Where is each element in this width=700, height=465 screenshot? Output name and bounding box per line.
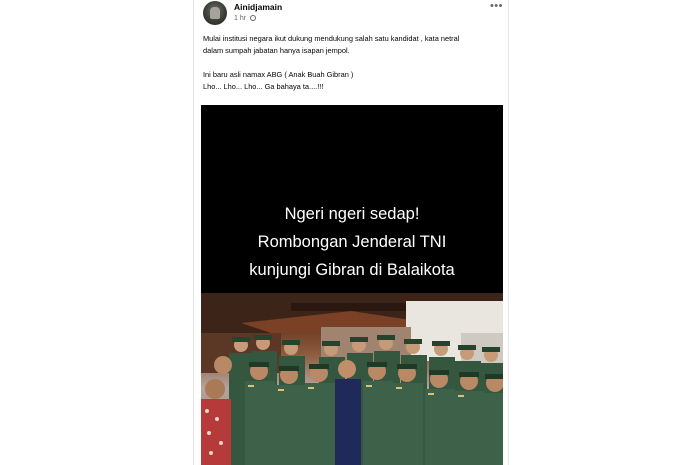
post-text-line-2: dalam sumpah jabatan hanya isapan jempol…: [203, 46, 350, 55]
post-video[interactable]: Ngeri ngeri sedap! Rombongan Jenderal TN…: [201, 105, 503, 465]
caption-line-1: Ngeri ngeri sedap!: [284, 205, 420, 223]
post-text-line-5: Lho... Lho... Lho... Ga bahaya ta....!!!: [203, 82, 324, 91]
post-header: Ainidjamain 1 hr •••: [203, 1, 503, 27]
caption-line-3: kunjungi Gibran di Balaikota: [249, 261, 455, 279]
video-caption: Ngeri ngeri sedap! Rombongan Jenderal TN…: [201, 200, 503, 284]
author-name[interactable]: Ainidjamain: [234, 2, 282, 12]
post-text-line-1: Mulai institusi negara ikut dukung mendu…: [203, 34, 460, 43]
post-text-line-4: Ini baru asli namax ABG ( Anak Buah Gibr…: [203, 70, 354, 79]
facebook-post-card: Ainidjamain 1 hr ••• Mulai institusi neg…: [193, 0, 509, 465]
more-options-icon[interactable]: •••: [490, 1, 503, 12]
post-time[interactable]: 1 hr: [234, 15, 246, 22]
post-meta: 1 hr: [234, 15, 257, 22]
avatar-figure: [210, 7, 220, 19]
author-avatar[interactable]: [203, 1, 227, 25]
globe-icon: [250, 15, 257, 21]
caption-line-2: Rombongan Jenderal TNI: [257, 233, 447, 251]
video-frame-photo: [201, 293, 503, 465]
group-photo-illustration: [201, 293, 503, 465]
post-text: Mulai institusi negara ikut dukung mendu…: [203, 33, 499, 93]
